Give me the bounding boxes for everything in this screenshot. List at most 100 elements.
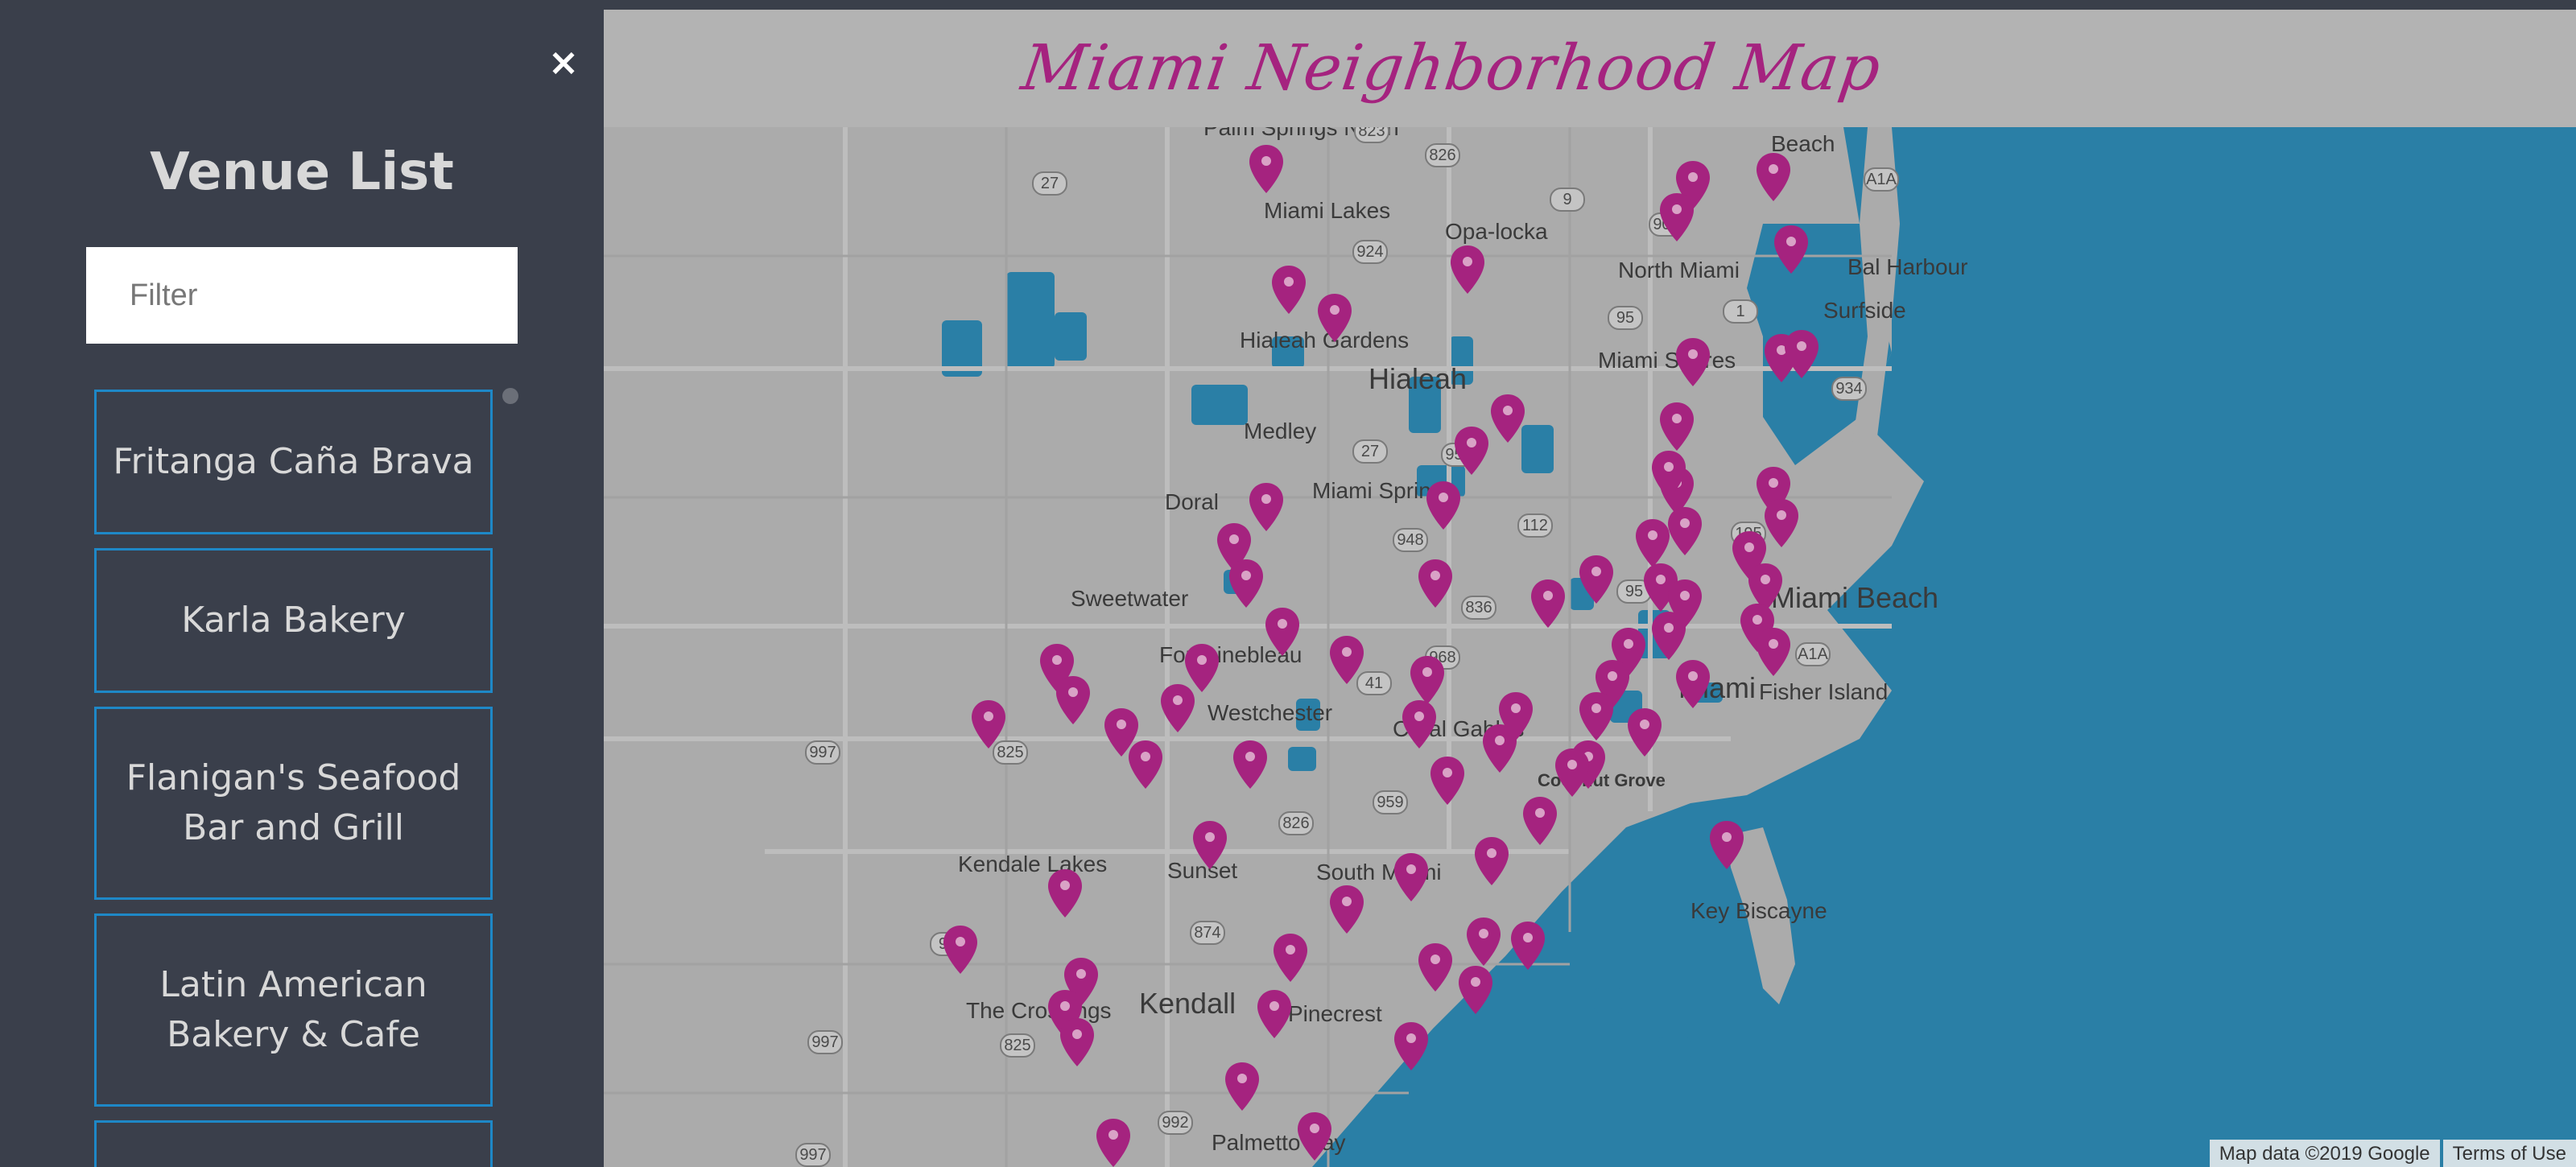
road-shield: 997	[805, 740, 840, 765]
road-shield: 997	[795, 1143, 831, 1167]
map-marker-icon[interactable]	[1457, 964, 1494, 1016]
map-marker-icon[interactable]	[1530, 578, 1567, 629]
map-marker-icon[interactable]	[1264, 606, 1301, 658]
map-marker-icon[interactable]	[1578, 554, 1615, 605]
venue-item-label: Flanigan's Seafood Bar and Grill	[126, 757, 461, 848]
map-marker-icon[interactable]	[1473, 835, 1510, 887]
place-label: North Miami	[1618, 258, 1740, 282]
venue-item[interactable]: Karla Bakery	[94, 548, 493, 693]
place-label: Key Biscayne	[1690, 898, 1827, 923]
map-attribution: Map data ©2019 Google Terms of Use	[2207, 1140, 2576, 1167]
venue-item[interactable]	[94, 1120, 493, 1167]
map-marker-icon[interactable]	[1666, 578, 1703, 629]
map-marker-icon[interactable]	[1417, 942, 1454, 993]
map-marker-icon[interactable]	[1425, 480, 1462, 531]
map-marker-icon[interactable]	[1059, 1016, 1096, 1068]
map-marker-icon[interactable]	[1755, 151, 1792, 203]
map-marker-icon[interactable]	[1626, 707, 1663, 758]
map-marker-icon[interactable]	[1489, 393, 1526, 444]
road-shield: 924	[1352, 240, 1388, 264]
map-marker-icon[interactable]	[1554, 747, 1591, 798]
place-label: Surfside	[1823, 298, 1906, 323]
map-marker-icon[interactable]	[1191, 819, 1228, 871]
map-marker-icon[interactable]	[1270, 264, 1307, 315]
map-marker-icon[interactable]	[1650, 449, 1687, 501]
map-marker-icon[interactable]	[1449, 244, 1486, 295]
map-marker-icon[interactable]	[1095, 1117, 1132, 1167]
map-marker-icon[interactable]	[1783, 328, 1820, 380]
place-label: Miami Beach	[1771, 581, 1939, 614]
place-label: Fisher Island	[1759, 679, 1889, 704]
venue-list: Fritanga Caña Brava Karla Bakery Flaniga…	[94, 390, 493, 1167]
map-marker-icon[interactable]	[1773, 224, 1810, 275]
map-marker-icon[interactable]	[1401, 699, 1438, 750]
map-marker-icon[interactable]	[1453, 425, 1490, 476]
map-marker-icon[interactable]	[1708, 819, 1745, 871]
place-label: Kendale Lakes	[958, 852, 1108, 876]
map-marker-icon[interactable]	[1127, 739, 1164, 790]
venue-item[interactable]: Fritanga Caña Brava	[94, 390, 493, 534]
road-shield: A1A	[1864, 167, 1899, 192]
map-marker-icon[interactable]	[1328, 884, 1365, 935]
map-canvas[interactable]: Palm Springs North Miami Lakes Opa-locka…	[604, 127, 2576, 1167]
venue-item-label: Fritanga Caña Brava	[113, 441, 474, 482]
venue-item-label: Latin American Bakery & Cafe	[159, 964, 427, 1055]
place-label: Hialeah	[1368, 362, 1468, 395]
map-marker-icon[interactable]	[1763, 497, 1800, 549]
map-marker-icon[interactable]	[1409, 654, 1446, 706]
map-marker-icon[interactable]	[1272, 932, 1309, 983]
map-marker-icon[interactable]	[1393, 1021, 1430, 1072]
place-label: Hialeah Gardens	[1240, 328, 1410, 353]
map-marker-icon[interactable]	[1328, 634, 1365, 686]
map-marker-icon[interactable]	[1509, 920, 1546, 971]
road-shield: 825	[1000, 1033, 1035, 1058]
place-label: Miami Lakes	[1264, 198, 1391, 223]
road-shield: 95	[1608, 306, 1643, 330]
map-marker-icon[interactable]	[1429, 755, 1466, 806]
map-marker-icon[interactable]	[1578, 691, 1615, 742]
map-marker-icon[interactable]	[1316, 292, 1353, 344]
map-marker-icon[interactable]	[1393, 852, 1430, 903]
venue-item[interactable]: Latin American Bakery & Cafe	[94, 913, 493, 1107]
place-label: Kendall	[1139, 987, 1236, 1020]
road-shield: 112	[1517, 513, 1553, 538]
map-marker-icon[interactable]	[1046, 868, 1084, 919]
map-marker-icon[interactable]	[1658, 401, 1695, 452]
map-marker-icon[interactable]	[1232, 739, 1269, 790]
map-marker-icon[interactable]	[1296, 1111, 1333, 1162]
venue-item[interactable]: Flanigan's Seafood Bar and Grill	[94, 707, 493, 900]
map-marker-icon[interactable]	[1521, 795, 1558, 847]
map-marker-icon[interactable]	[1465, 916, 1502, 967]
map-marker-icon[interactable]	[1248, 143, 1285, 195]
place-label: Opa-locka	[1445, 219, 1548, 244]
road-shield: 992	[1158, 1111, 1193, 1135]
map-marker-icon[interactable]	[1159, 682, 1196, 734]
place-label: Medley	[1244, 419, 1317, 443]
place-label: Doral	[1165, 489, 1219, 514]
place-label: Sweetwater	[1071, 586, 1189, 611]
place-label: Westchester	[1208, 700, 1333, 725]
map-marker-icon[interactable]	[1755, 626, 1792, 678]
close-sidebar-button[interactable]: ×	[543, 42, 584, 82]
terms-of-use-link[interactable]: Terms of Use	[2442, 1140, 2576, 1167]
map-marker-icon[interactable]	[1055, 674, 1092, 726]
scroll-indicator[interactable]	[502, 388, 518, 404]
map-marker-icon[interactable]	[1248, 481, 1285, 533]
road-shield: 826	[1425, 143, 1460, 167]
map-marker-icon[interactable]	[1674, 658, 1711, 710]
road-shield: A1A	[1795, 642, 1831, 666]
filter-input[interactable]	[86, 247, 518, 344]
map-marker-icon[interactable]	[1674, 336, 1711, 388]
map-marker-icon[interactable]	[1256, 988, 1293, 1040]
map-marker-icon[interactable]	[942, 924, 979, 975]
map-marker-icon[interactable]	[1497, 691, 1534, 742]
map-marker-icon[interactable]	[970, 699, 1007, 750]
road-shield: 27	[1352, 439, 1388, 464]
road-shield: 934	[1831, 377, 1867, 401]
map-marker-icon[interactable]	[1666, 505, 1703, 557]
map-marker-icon[interactable]	[1228, 558, 1265, 609]
place-label: Pinecrest	[1288, 1001, 1382, 1026]
map-marker-icon[interactable]	[1224, 1061, 1261, 1112]
map-marker-icon[interactable]	[1417, 558, 1454, 609]
map-marker-icon[interactable]	[1658, 192, 1695, 243]
